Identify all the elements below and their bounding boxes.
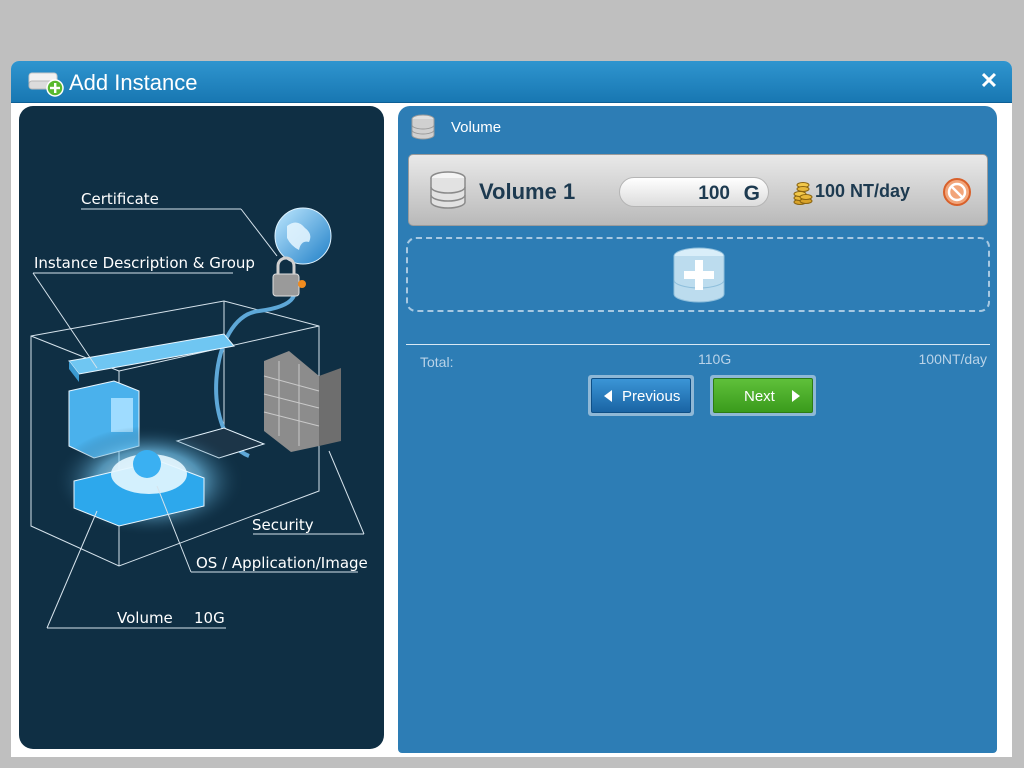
add-instance-dialog: Add Instance ✕ Certificate Instance Desc… <box>11 61 1012 757</box>
total-divider <box>406 344 990 345</box>
os-application-image-label: OS / Application/Image <box>196 554 368 572</box>
close-icon: ✕ <box>979 68 999 93</box>
chevron-right-icon <box>792 390 800 402</box>
dialog-title: Add Instance <box>69 70 198 95</box>
total-price: 100NT/day <box>918 351 987 367</box>
volume-name: Volume 1 <box>479 179 576 204</box>
dialog-titlebar: Add Instance ✕ <box>11 61 1012 103</box>
volume-section-title: Volume <box>451 119 502 136</box>
add-volume-zone[interactable] <box>406 237 990 312</box>
security-label: Security <box>252 516 314 534</box>
previous-button-face[interactable]: Previous <box>591 378 691 413</box>
instance-diagram-panel: Certificate Instance Description & Group… <box>19 106 384 749</box>
add-server-icon <box>27 69 67 97</box>
chevron-left-icon <box>604 390 612 402</box>
coins-icon <box>793 177 813 205</box>
remove-volume-icon[interactable] <box>942 177 972 207</box>
previous-button-label: Previous <box>622 388 681 405</box>
volume-size-input[interactable]: 100 G <box>619 177 769 207</box>
add-volume-icon[interactable] <box>671 246 727 306</box>
next-button-label: Next <box>744 388 775 405</box>
next-button-face[interactable]: Next <box>713 378 813 413</box>
volume-diagram-label: Volume <box>117 609 173 627</box>
volume-item: Volume 1 100 G 100 NT/day <box>408 154 988 226</box>
total-label: Total: <box>420 354 454 370</box>
volume-size-value[interactable]: 100 <box>698 183 730 205</box>
total-size: 110G <box>698 351 732 367</box>
instance-description-label: Instance Description & Group <box>34 254 255 272</box>
volume-size-unit: G <box>743 182 760 205</box>
certificate-label: Certificate <box>81 190 159 208</box>
database-icon <box>429 171 467 211</box>
database-icon <box>410 114 436 140</box>
next-button[interactable]: Next <box>710 375 816 416</box>
close-button[interactable]: ✕ <box>978 70 1000 92</box>
volume-diagram-size: 10G <box>194 609 225 627</box>
instance-diagram-illustration <box>30 207 365 629</box>
volume-price: 100 NT/day <box>815 181 911 201</box>
volume-panel: Volume Volume 1 100 G 100 NT/day Total: … <box>398 106 997 753</box>
previous-button[interactable]: Previous <box>588 375 694 416</box>
